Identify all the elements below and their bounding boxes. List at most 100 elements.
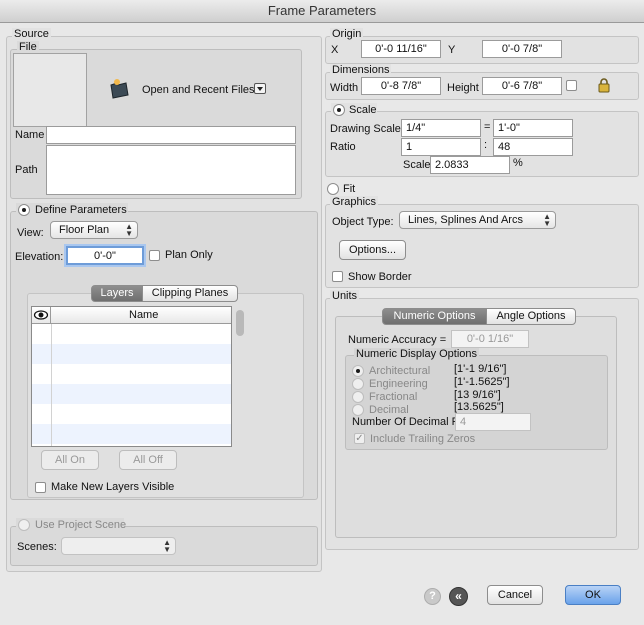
- table-row[interactable]: [32, 384, 231, 404]
- drawing-scale-right-field[interactable]: 1'-0": [493, 119, 573, 137]
- architectural-radio[interactable]: [352, 365, 364, 377]
- tab-numeric-options[interactable]: Numeric Options: [382, 308, 487, 325]
- table-row[interactable]: [32, 364, 231, 384]
- table-row[interactable]: [32, 424, 231, 444]
- drawing-scale-field[interactable]: 1/4": [401, 119, 481, 137]
- dropdown-arrow-icon: [254, 83, 266, 94]
- help-icon[interactable]: ?: [424, 588, 441, 605]
- open-recent-files-button[interactable]: Open and Recent Files: [106, 76, 266, 102]
- scale-option-label: Scale: [349, 104, 377, 116]
- origin-y-field[interactable]: 0'-0 7/8": [482, 40, 562, 58]
- equals-sign: =: [484, 121, 491, 133]
- scenes-select[interactable]: ▲ ▼: [61, 537, 176, 555]
- unit-option-engineering[interactable]: Engineering: [352, 377, 452, 391]
- define-parameters-label: Define Parameters: [35, 204, 127, 216]
- scrollbar-thumb[interactable]: [236, 310, 244, 336]
- layers-scrollbar[interactable]: [234, 306, 246, 445]
- unit-option-decimal[interactable]: Decimal: [352, 403, 452, 417]
- percent-sign: %: [513, 157, 523, 169]
- options-button[interactable]: Options...: [339, 240, 406, 260]
- height-field[interactable]: 0'-6 7/8": [482, 77, 562, 95]
- tab-clipping-planes[interactable]: Clipping Planes: [142, 285, 238, 302]
- tab-layers[interactable]: Layers: [91, 285, 143, 302]
- updown-arrows-icon: ▲ ▼: [163, 538, 171, 554]
- lock-proportions-checkbox[interactable]: [566, 80, 577, 91]
- define-parameters-option[interactable]: Define Parameters: [16, 203, 128, 217]
- updown-arrows-icon: ▲ ▼: [125, 222, 133, 238]
- fractional-radio[interactable]: [352, 391, 364, 403]
- drawing-scale-label: Drawing Scale: [330, 123, 401, 135]
- frame-parameters-window: Frame Parameters Source File Open and Re…: [0, 0, 644, 625]
- make-visible-checkbox[interactable]: [35, 482, 46, 493]
- fit-radio[interactable]: [327, 183, 339, 195]
- fit-label: Fit: [343, 183, 356, 195]
- tab-angle-options[interactable]: Angle Options: [486, 308, 576, 325]
- height-label: Height: [447, 82, 479, 94]
- fit-option[interactable]: Fit: [327, 182, 367, 196]
- trailing-zeros-label: Include Trailing Zeros: [370, 433, 476, 445]
- view-label: View:: [17, 227, 44, 239]
- table-row[interactable]: [32, 324, 231, 344]
- project-scene-label: Use Project Scene: [35, 519, 127, 531]
- scale-radio[interactable]: [333, 104, 345, 116]
- plan-only-checkbox[interactable]: [149, 250, 160, 261]
- object-type-value: Lines, Splines And Arcs: [408, 214, 523, 226]
- elevation-label: Elevation:: [15, 251, 64, 263]
- object-type-select[interactable]: Lines, Splines And Arcs ▲ ▼: [399, 211, 556, 229]
- origin-x-field[interactable]: 0'-0 11/16": [361, 40, 441, 58]
- scale-option[interactable]: Scale: [331, 103, 377, 117]
- scenes-label: Scenes:: [17, 541, 57, 553]
- unit-option-architectural[interactable]: Architectural: [352, 364, 452, 378]
- name-label: Name: [15, 129, 45, 141]
- eye-icon[interactable]: [32, 307, 51, 323]
- fractional-label: Fractional: [369, 391, 418, 403]
- lock-icon[interactable]: [597, 77, 611, 93]
- all-off-button[interactable]: All Off: [119, 450, 177, 470]
- table-header-name[interactable]: Name: [129, 309, 158, 321]
- open-recent-files-label: Open and Recent Files: [142, 84, 255, 96]
- define-parameters-radio[interactable]: [18, 204, 30, 216]
- elevation-field[interactable]: 0'-0": [66, 246, 144, 265]
- view-select[interactable]: Floor Plan ▲ ▼: [50, 221, 138, 239]
- table-row[interactable]: [32, 344, 231, 364]
- engineering-radio[interactable]: [352, 378, 364, 390]
- scale-percent-label: Scale: [403, 159, 431, 171]
- architectural-label: Architectural: [369, 365, 431, 377]
- window-title: Frame Parameters: [0, 0, 644, 23]
- table-header: Name: [32, 307, 231, 324]
- view-select-value: Floor Plan: [59, 224, 110, 236]
- table-row[interactable]: [32, 404, 231, 424]
- ok-button[interactable]: OK: [565, 585, 621, 605]
- units-label: Units: [330, 290, 360, 302]
- all-on-button[interactable]: All On: [41, 450, 99, 470]
- decimal-places-field[interactable]: 4: [455, 413, 531, 431]
- decimal-label: Decimal: [369, 404, 409, 416]
- origin-label: Origin: [330, 28, 364, 40]
- scale-percent-field[interactable]: 2.0833: [430, 156, 510, 174]
- ratio-left-field[interactable]: 1: [401, 138, 481, 156]
- project-scene-option[interactable]: Use Project Scene: [16, 518, 127, 532]
- ratio-right-field[interactable]: 48: [493, 138, 573, 156]
- layers-table[interactable]: Name: [31, 306, 232, 447]
- table-column-divider: [51, 324, 52, 446]
- dimensions-label: Dimensions: [330, 64, 392, 76]
- width-field[interactable]: 0'-8 7/8": [361, 77, 441, 95]
- unit-option-fractional[interactable]: Fractional: [352, 390, 452, 404]
- decimal-example: [13.5625"]: [454, 401, 504, 413]
- show-border-checkbox[interactable]: [332, 271, 343, 282]
- ratio-label: Ratio: [330, 141, 356, 153]
- numeric-accuracy-field[interactable]: 0'-0 1/16": [451, 330, 529, 348]
- name-field[interactable]: [46, 126, 296, 144]
- plan-only-label: Plan Only: [165, 249, 213, 261]
- folder-icon: [108, 78, 130, 100]
- decimal-radio[interactable]: [352, 404, 364, 416]
- ratio-colon: :: [484, 139, 488, 151]
- origin-x-label: X: [331, 44, 339, 56]
- project-scene-radio[interactable]: [18, 519, 30, 531]
- trailing-zeros-checkbox[interactable]: ✓: [354, 433, 365, 444]
- width-label: Width: [330, 82, 359, 94]
- back-icon[interactable]: «: [449, 587, 468, 606]
- cancel-button[interactable]: Cancel: [487, 585, 543, 605]
- engineering-label: Engineering: [369, 378, 428, 390]
- path-field[interactable]: [46, 145, 296, 195]
